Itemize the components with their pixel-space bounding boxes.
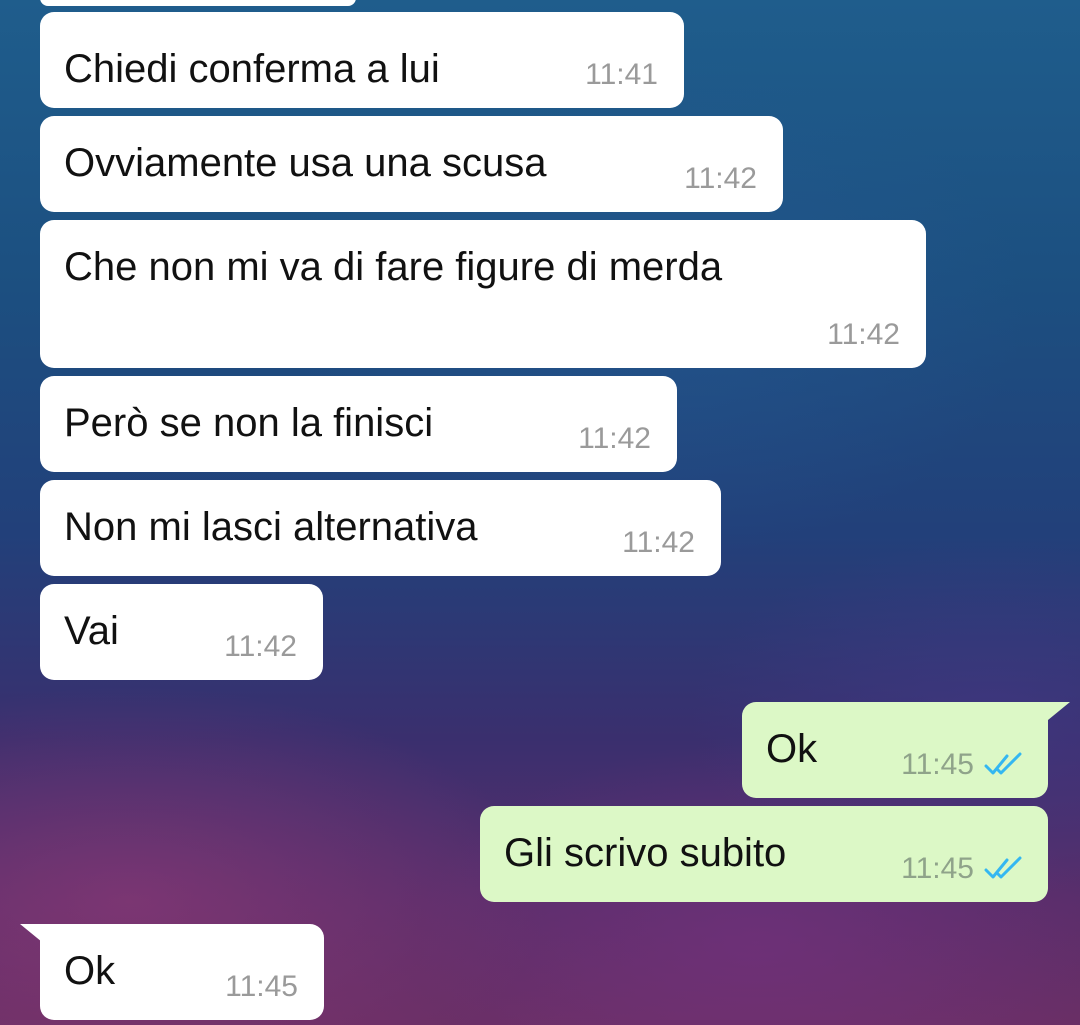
outgoing-message-bubble[interactable]: Ok 11:45 <box>742 702 1048 798</box>
incoming-message-bubble[interactable]: Ok 11:45 <box>40 924 324 1020</box>
message-text: Vai <box>64 609 119 653</box>
outgoing-message-bubble[interactable]: Gli scrivo subito 11:45 <box>480 806 1048 902</box>
incoming-message-bubble[interactable]: Ovviamente usa una scusa 11:42 <box>40 116 783 212</box>
message-text: Ok <box>766 727 818 771</box>
incoming-message-bubble[interactable]: Però se non la finisci 11:42 <box>40 376 677 472</box>
message-text: Che non mi va di fare figure di merda <box>64 245 723 289</box>
chat-message-list[interactable]: Chiedi conferma a lui 11:41 Ovviamente u… <box>0 0 1080 1025</box>
message-timestamp: 11:42 <box>827 318 900 351</box>
message-text: Gli scrivo subito <box>504 831 787 875</box>
double-check-read-icon <box>984 752 1022 775</box>
outgoing-bubble-tail <box>1048 702 1070 720</box>
message-timestamp: 11:45 <box>901 748 974 781</box>
incoming-message-bubble[interactable]: Non mi lasci alternativa 11:42 <box>40 480 721 576</box>
message-text: Chiedi conferma a lui <box>64 47 440 91</box>
incoming-bubble-tail <box>20 924 42 942</box>
message-timestamp: 11:45 <box>901 852 974 885</box>
message-timestamp: 11:42 <box>578 422 651 455</box>
message-text: Ovviamente usa una scusa <box>64 141 547 185</box>
incoming-message-bubble[interactable]: Chiedi conferma a lui 11:41 <box>40 12 684 108</box>
message-timestamp: 11:42 <box>622 526 695 559</box>
message-text: Però se non la finisci <box>64 401 434 445</box>
incoming-message-bubble[interactable]: Che non mi va di fare figure di merda 11… <box>40 220 926 368</box>
message-timestamp: 11:42 <box>224 630 297 663</box>
incoming-message-bubble[interactable]: Vai 11:42 <box>40 584 323 680</box>
double-check-read-icon <box>984 856 1022 879</box>
message-timestamp: 11:42 <box>684 162 757 195</box>
previous-message-bubble-edge <box>40 0 356 6</box>
message-text: Non mi lasci alternativa <box>64 505 478 549</box>
message-timestamp: 11:45 <box>225 970 298 1003</box>
message-timestamp: 11:41 <box>585 58 658 91</box>
message-text: Ok <box>64 949 116 993</box>
